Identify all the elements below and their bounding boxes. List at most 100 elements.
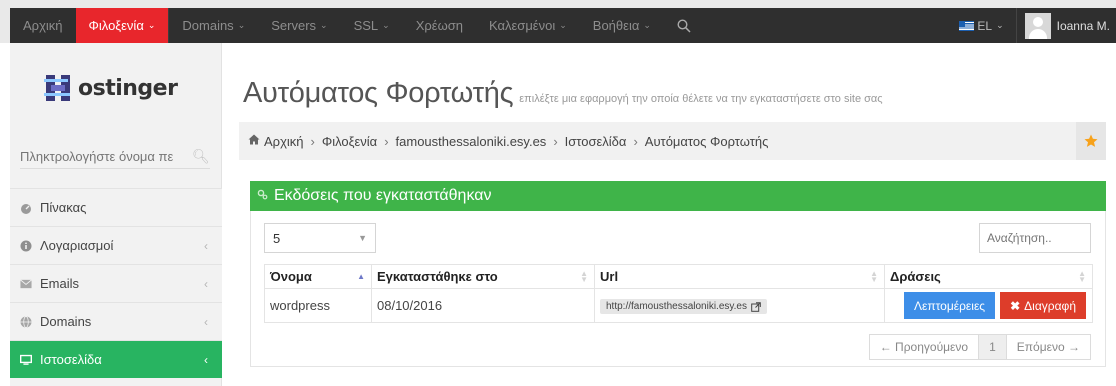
nav-guests[interactable]: Καλεσμένοι ⌄ bbox=[476, 8, 580, 43]
details-button[interactable]: Λεπτομέρειες bbox=[903, 292, 996, 319]
sidebar-item-dashboard[interactable]: Πίνακας bbox=[10, 188, 222, 226]
site-url-text: http://famousthessaloniki.esy.es bbox=[606, 301, 747, 312]
nav-ssl-label: SSL bbox=[353, 18, 379, 33]
chevron-left-icon: ‹ bbox=[204, 352, 208, 367]
column-label: Url bbox=[600, 269, 619, 284]
column-header-actions[interactable]: Δράσεις ▲ ▼ bbox=[884, 264, 1093, 289]
sidebar-search[interactable]: 🔍︎ bbox=[20, 145, 210, 169]
favorite-button[interactable] bbox=[1076, 122, 1106, 160]
sidebar-item-accounts[interactable]: Λογαριασμοί ‹ bbox=[10, 226, 222, 264]
nav-hosting[interactable]: Φιλοξενία ⌄ bbox=[75, 8, 169, 49]
pagination: ← Προηγούμενο 1 Επόμενο → bbox=[868, 334, 1091, 360]
sidebar-item-label: Λογαριασμοί bbox=[40, 238, 114, 253]
sidebar-menu: Πίνακας Λογαριασμοί ‹ Emails ‹ Domains ‹ bbox=[10, 188, 222, 378]
page-title: Αυτόματος Φορτωτής bbox=[243, 77, 514, 109]
avatar bbox=[1024, 12, 1051, 39]
page-header: Αυτόματος Φορτωτής επιλέξτε μια εφαρμογή… bbox=[243, 77, 883, 110]
hostinger-logo[interactable]: ostinger bbox=[42, 71, 178, 105]
breadcrumb-website[interactable]: Ιστοσελίδα bbox=[565, 134, 627, 149]
breadcrumb-home[interactable]: Αρχική bbox=[264, 134, 304, 149]
chevron-down-icon: ⌄ bbox=[237, 20, 246, 30]
nav-right-group: EL ⌄ Ioanna M. bbox=[947, 8, 1116, 43]
panel-title: Εκδόσεις που εγκαταστάθηκαν bbox=[274, 187, 492, 204]
chevron-left-icon: ‹ bbox=[204, 238, 208, 253]
envelope-icon bbox=[20, 278, 32, 290]
user-menu[interactable]: Ioanna M. bbox=[1017, 8, 1116, 43]
sidebar-item-label: Domains bbox=[40, 314, 92, 329]
sidebar-search-input[interactable] bbox=[20, 149, 188, 164]
site-url-link[interactable]: http://famousthessaloniki.esy.es bbox=[600, 299, 767, 314]
nav-search-button[interactable] bbox=[664, 8, 704, 43]
external-link-icon bbox=[751, 301, 761, 312]
desktop-icon bbox=[20, 354, 32, 366]
nav-domains[interactable]: Domains ⌄ bbox=[169, 8, 258, 43]
sidebar-item-domains[interactable]: Domains ‹ bbox=[10, 302, 222, 340]
panel-body: 5 ▼ Όνομα ▲ Εγκαταστάθηκε στο ▲▼ Url ▲▼ Δρά… bbox=[250, 211, 1106, 367]
nav-servers-label: Servers bbox=[271, 18, 317, 33]
sidebar-item-label: Emails bbox=[40, 276, 80, 291]
hostinger-logo-icon bbox=[44, 75, 70, 101]
breadcrumb-separator: › bbox=[384, 133, 389, 149]
chevron-left-icon: ‹ bbox=[204, 276, 208, 291]
chevron-down-icon: ⌄ bbox=[382, 20, 390, 30]
close-icon: ✖ bbox=[1010, 298, 1021, 313]
star-icon bbox=[1084, 134, 1098, 147]
nav-hosting-label: Φιλοξενία bbox=[88, 18, 144, 33]
language-selector[interactable]: EL ⌄ bbox=[947, 8, 1017, 43]
pagination-next[interactable]: Επόμενο → bbox=[1007, 335, 1090, 359]
gears-icon bbox=[257, 189, 268, 203]
nav-home[interactable]: Αρχική bbox=[10, 8, 76, 43]
nav-ssl[interactable]: SSL ⌄ bbox=[341, 8, 403, 43]
sidebar-item-website[interactable]: Ιστοσελίδα ‹ bbox=[10, 340, 222, 378]
page-length-value: 5 bbox=[273, 230, 281, 246]
breadcrumb-separator: › bbox=[633, 133, 638, 149]
table-search-input[interactable] bbox=[987, 231, 1083, 245]
cell-installed: 08/10/2016 bbox=[371, 288, 595, 323]
page-length-select[interactable]: 5 ▼ bbox=[264, 223, 376, 253]
breadcrumb-separator: › bbox=[310, 133, 315, 149]
chevron-down-icon: ⌄ bbox=[559, 20, 567, 30]
table-row: wordpress 08/10/2016 http://famousthessa… bbox=[264, 288, 1093, 323]
nav-help[interactable]: Βοήθεια ⌄ bbox=[580, 8, 664, 43]
sort-asc-icon: ▲ bbox=[357, 271, 365, 281]
column-label: Εγκαταστάθηκε στο bbox=[377, 269, 498, 284]
column-header-name[interactable]: Όνομα ▲ bbox=[264, 264, 372, 289]
breadcrumb-autoinstaller: Αυτόματος Φορτωτής bbox=[644, 133, 769, 149]
delete-label: Διαγραφή bbox=[1024, 298, 1076, 313]
delete-button[interactable]: ✖ Διαγραφή bbox=[1000, 292, 1086, 319]
column-header-installed[interactable]: Εγκαταστάθηκε στο ▲ ▼ bbox=[371, 264, 595, 289]
nav-home-label: Αρχική bbox=[23, 18, 63, 33]
search-icon[interactable]: 🔍︎ bbox=[192, 148, 210, 165]
panel-header: Εκδόσεις που εγκαταστάθηκαν bbox=[250, 181, 1106, 211]
nav-help-label: Βοήθεια bbox=[592, 18, 640, 33]
installations-panel: Εκδόσεις που εγκαταστάθηκαν 5 ▼ Όνομα ▲ Ε… bbox=[250, 181, 1106, 367]
language-code: EL bbox=[977, 18, 993, 33]
column-label: Όνομα bbox=[270, 269, 312, 284]
nav-billing[interactable]: Χρέωση bbox=[403, 8, 476, 43]
sidebar-item-label: Πίνακας bbox=[40, 200, 87, 215]
table-search[interactable] bbox=[979, 223, 1091, 253]
sidebar: ostinger 🔍︎ Πίνακας Λογαριασμοί ‹ Emails… bbox=[10, 43, 222, 386]
nav-guests-label: Καλεσμένοι bbox=[488, 18, 556, 33]
cell-actions: Λεπτομέρειες ✖ Διαγραφή bbox=[884, 288, 1093, 323]
page-subtitle: επιλέξτε μια εφαρμογή την οποία θέλετε ν… bbox=[519, 93, 883, 105]
sidebar-item-emails[interactable]: Emails ‹ bbox=[10, 264, 222, 302]
greek-flag-icon bbox=[959, 20, 975, 31]
dashboard-icon bbox=[20, 202, 32, 214]
nav-billing-label: Χρέωση bbox=[415, 18, 463, 33]
nav-servers[interactable]: Servers ⌄ bbox=[258, 8, 340, 43]
pagination-page[interactable]: 1 bbox=[979, 335, 1007, 359]
top-navbar-frame: Αρχική Φιλοξενία ⌄ Domains ⌄ Servers ⌄ SSL ⌄… bbox=[0, 0, 1116, 49]
pagination-prev[interactable]: ← Προηγούμενο bbox=[870, 335, 980, 359]
breadcrumb-hosting[interactable]: Φιλοξενία bbox=[322, 134, 377, 149]
breadcrumb-domain[interactable]: famousthessaloniki.esy.es bbox=[396, 134, 547, 149]
chevron-left-icon: ‹ bbox=[204, 314, 208, 329]
column-header-url[interactable]: Url ▲ ▼ bbox=[594, 264, 885, 289]
sort-icon: ▲ ▼ bbox=[870, 268, 878, 284]
search-icon bbox=[677, 18, 691, 33]
cell-url: http://famousthessaloniki.esy.es bbox=[594, 288, 885, 323]
home-icon bbox=[248, 134, 260, 148]
chevron-down-icon: ⌄ bbox=[320, 20, 328, 30]
info-icon bbox=[20, 240, 32, 252]
column-label: Δράσεις bbox=[890, 269, 941, 284]
